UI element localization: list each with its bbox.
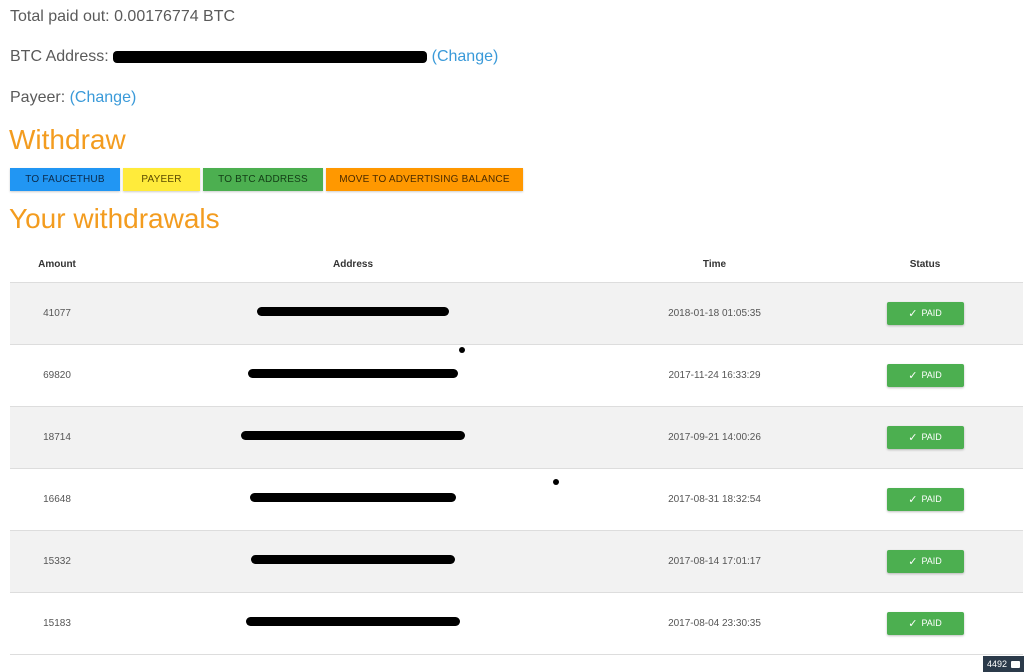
address-cell [104,592,602,655]
total-paid-line: Total paid out: 0.00176774 BTC [10,8,235,26]
total-paid-value: 0.00176774 BTC [114,8,236,25]
table-row: 15332 2017-08-14 17:01:17 ✓ PAID [10,530,1023,593]
to-btc-address-button[interactable]: TO BTC ADDRESS [203,168,323,191]
address-cell [104,282,602,345]
amount-cell: 41077 [10,282,104,345]
paid-label: PAID [921,494,942,504]
btc-address-label: BTC Address: [10,48,109,65]
address-cell [104,530,602,593]
paid-status-button[interactable]: ✓ PAID [886,549,964,573]
status-cell: ✓ PAID [827,344,1023,407]
column-header-status: Status [827,248,1023,283]
paid-label: PAID [921,370,942,380]
withdraw-button-row: TO FAUCETHUB PAYEER TO BTC ADDRESS MOVE … [10,168,526,191]
column-header-time: Time [602,248,827,283]
address-cell [104,406,602,469]
status-cell: ✓ PAID [827,592,1023,655]
paid-status-button[interactable]: ✓ PAID [886,611,964,635]
chat-icon [1011,660,1020,668]
move-to-advertising-balance-button[interactable]: MOVE TO ADVERTISING BALANCE [326,168,523,191]
redacted-address [248,369,458,378]
payeer-line: Payeer: (Change) [10,89,136,107]
amount-cell: 69820 [10,344,104,407]
btc-address-line: BTC Address: (Change) [10,48,498,66]
table-row: 18714 2017-09-21 14:00:26 ✓ PAID [10,406,1023,469]
address-cell [104,468,602,531]
payeer-label: Payeer: [10,89,66,106]
table-row: 15183 2017-08-04 23:30:35 ✓ PAID [10,592,1023,655]
paid-label: PAID [921,618,942,628]
redaction-dot [553,479,559,485]
status-cell: ✓ PAID [827,282,1023,345]
change-payeer-link[interactable]: (Change) [70,89,137,106]
table-header-row: Amount Address Time Status [10,248,1023,283]
redaction-dot [459,347,465,353]
paid-status-button[interactable]: ✓ PAID [886,301,964,325]
time-cell: 2017-08-04 23:30:35 [602,592,827,655]
redacted-address [246,617,460,626]
status-cell: ✓ PAID [827,530,1023,593]
check-icon: ✓ [908,369,918,382]
redacted-address [257,307,449,316]
column-header-address: Address [104,248,602,283]
paid-label: PAID [921,432,942,442]
amount-cell: 15183 [10,592,104,655]
withdrawals-table: Amount Address Time Status 41077 2018-01… [10,248,1023,655]
check-icon: ✓ [908,431,918,444]
status-cell: ✓ PAID [827,406,1023,469]
amount-cell: 15332 [10,530,104,593]
corner-badge[interactable]: 4492 [982,656,1024,672]
time-cell: 2017-11-24 16:33:29 [602,344,827,407]
table-row: 69820 2017-11-24 16:33:29 ✓ PAID [10,344,1023,407]
time-cell: 2017-09-21 14:00:26 [602,406,827,469]
paid-status-button[interactable]: ✓ PAID [886,425,964,449]
time-cell: 2018-01-18 01:05:35 [602,282,827,345]
to-faucethub-button[interactable]: TO FAUCETHUB [10,168,120,191]
table-row: 16648 2017-08-31 18:32:54 ✓ PAID [10,468,1023,531]
check-icon: ✓ [908,493,918,506]
change-btc-address-link[interactable]: (Change) [432,48,499,65]
redacted-btc-address [113,50,428,63]
redacted-address [251,555,455,564]
status-cell: ✓ PAID [827,468,1023,531]
paid-label: PAID [921,308,942,318]
your-withdrawals-heading: Your withdrawals [9,203,220,234]
corner-badge-count: 4492 [986,659,1007,669]
payeer-button[interactable]: PAYEER [123,168,200,191]
redacted-address [241,431,465,440]
amount-cell: 16648 [10,468,104,531]
check-icon: ✓ [908,555,918,568]
redacted-address [250,493,456,502]
paid-status-button[interactable]: ✓ PAID [886,363,964,387]
column-header-amount: Amount [10,248,104,283]
total-paid-label: Total paid out: [10,8,110,25]
paid-label: PAID [921,556,942,566]
paid-status-button[interactable]: ✓ PAID [886,487,964,511]
time-cell: 2017-08-14 17:01:17 [602,530,827,593]
withdraw-heading: Withdraw [9,124,126,155]
check-icon: ✓ [908,307,918,320]
check-icon: ✓ [908,617,918,630]
time-cell: 2017-08-31 18:32:54 [602,468,827,531]
table-row: 41077 2018-01-18 01:05:35 ✓ PAID [10,282,1023,345]
address-cell [104,344,602,407]
amount-cell: 18714 [10,406,104,469]
